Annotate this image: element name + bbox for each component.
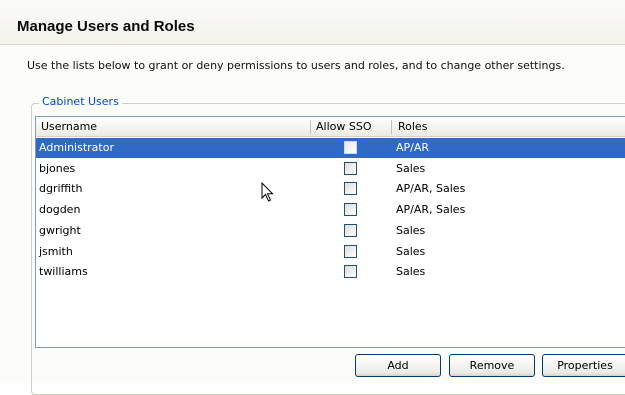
roles-cell: AP/AR [396, 141, 430, 154]
allow-sso-checkbox[interactable] [344, 223, 357, 237]
cabinet-users-legend: Cabinet Users [39, 95, 122, 108]
roles-cell: Sales [396, 244, 426, 258]
roles-cell: Sales [396, 161, 426, 175]
table-row[interactable]: twilliams Sales [36, 262, 625, 282]
add-button[interactable]: Add [355, 354, 441, 377]
username-cell: twilliams [39, 265, 88, 279]
table-row[interactable]: bjones Sales [36, 159, 625, 179]
roles-cell: AP/AR, Sales [396, 182, 466, 196]
allow-sso-checkbox[interactable] [344, 244, 357, 258]
table-row[interactable]: jsmith Sales [36, 242, 625, 262]
properties-button[interactable]: Properties [542, 354, 625, 377]
allow-sso-checkbox[interactable] [344, 141, 357, 154]
table-row[interactable]: Administrator AP/AR [36, 138, 625, 158]
column-header-username[interactable]: Username [36, 117, 310, 136]
roles-cell: AP/AR, Sales [396, 203, 466, 217]
roles-cell: Sales [396, 223, 426, 237]
table-row[interactable]: dgriffith AP/AR, Sales [36, 179, 625, 199]
username-cell: Administrator [39, 141, 114, 154]
allow-sso-checkbox[interactable] [344, 161, 357, 175]
arrow-cursor-icon [261, 182, 274, 202]
page-title: Manage Users and Roles [17, 18, 195, 35]
allow-sso-checkbox[interactable] [344, 182, 357, 196]
username-cell: bjones [39, 161, 76, 175]
table-row[interactable]: dogden AP/AR, Sales [36, 200, 625, 220]
page-description: Use the lists below to grant or deny per… [27, 59, 565, 72]
column-header-roles[interactable]: Roles [393, 117, 623, 136]
username-cell: dgriffith [39, 182, 83, 196]
username-cell: jsmith [39, 244, 73, 258]
page-header: Manage Users and Roles [0, 0, 625, 45]
cabinet-users-list[interactable]: Username Allow SSO Roles Administrator AP… [35, 116, 625, 348]
remove-button[interactable]: Remove [449, 354, 535, 377]
username-cell: gwright [39, 223, 81, 237]
allow-sso-checkbox[interactable] [344, 203, 357, 217]
username-cell: dogden [39, 203, 81, 217]
table-row[interactable]: gwright Sales [36, 221, 625, 241]
list-header: Username Allow SSO Roles [36, 117, 625, 137]
roles-cell: Sales [396, 265, 426, 279]
column-header-allow-sso[interactable]: Allow SSO [311, 117, 391, 136]
column-separator[interactable] [391, 120, 392, 134]
allow-sso-checkbox[interactable] [344, 265, 357, 279]
